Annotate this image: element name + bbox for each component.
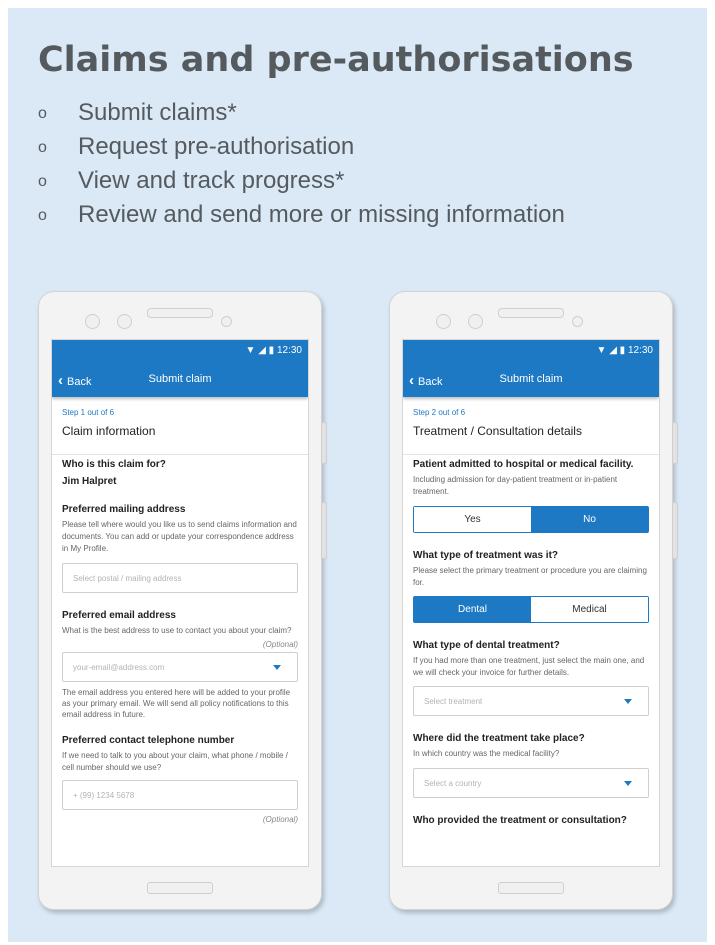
- no-option[interactable]: No: [531, 507, 648, 532]
- phone-mockup-treatment: ▼ ◢ ▮ 12:30 ‹ Back Submit claim Step 2 ou…: [389, 291, 678, 910]
- feature-item: o View and track progress*: [38, 164, 565, 198]
- phone-sensor-icon: [221, 316, 232, 327]
- dental-type-help: If you had more than one treatment, just…: [413, 656, 645, 677]
- phone-placeholder: + (99) 1234 5678: [73, 791, 135, 800]
- admitted-label: Patient admitted to hospital or medical …: [413, 459, 634, 470]
- where-help: In which country was the medical facilit…: [413, 749, 560, 758]
- feature-text: View and track progress*: [78, 167, 345, 194]
- who-value: Jim Halpret: [62, 476, 117, 487]
- admitted-help: Including admission for day-patient trea…: [413, 475, 618, 496]
- feature-text: Submit claims*: [78, 99, 237, 126]
- email-help: What is the best address to use to conta…: [62, 626, 292, 635]
- feature-text: Review and send more or missing informat…: [78, 201, 565, 228]
- app-bar: ‹ Back Submit claim: [403, 364, 659, 397]
- feature-item: o Submit claims*: [38, 96, 565, 130]
- app-screen: ▼ ◢ ▮ 12:30 ‹ Back Submit claim Step 2 ou…: [402, 339, 660, 867]
- feature-text: Request pre-authorisation: [78, 133, 355, 160]
- phone-label: Preferred contact telephone number: [62, 735, 235, 746]
- status-bar: ▼ ◢ ▮ 12:30: [403, 340, 659, 364]
- status-time: 12:30: [276, 345, 302, 356]
- email-optional-label: (Optional): [262, 640, 298, 649]
- bullet-icon: o: [38, 172, 47, 190]
- section-title: Treatment / Consultation details: [413, 424, 582, 438]
- step-indicator: Step 2 out of 6: [413, 408, 466, 417]
- phone-camera-icon: [436, 314, 451, 329]
- bullet-icon: o: [38, 104, 47, 122]
- who-provided-label: Who provided the treatment or consultati…: [413, 815, 627, 826]
- status-icons: ▼ ◢ ▮ 12:30: [245, 345, 302, 356]
- section-title: Claim information: [62, 424, 156, 438]
- dental-type-label: What type of dental treatment?: [413, 640, 560, 651]
- phone-side-button: [321, 502, 327, 559]
- phone-optional-label: (Optional): [262, 815, 298, 824]
- medical-option[interactable]: Medical: [531, 597, 648, 622]
- step-header: Step 2 out of 6 Treatment / Consultation…: [403, 400, 659, 455]
- type-help: Please select the primary treatment or p…: [413, 566, 647, 587]
- phone-sensor-icon: [572, 316, 583, 327]
- feature-item: o Request pre-authorisation: [38, 130, 565, 164]
- form-content: Patient admitted to hospital or medical …: [403, 458, 659, 866]
- mail-help: Please tell where would you like us to s…: [62, 520, 297, 553]
- mailing-address-select[interactable]: Select postal / mailing address: [62, 563, 298, 593]
- app-screen: ▼ ◢ ▮ 12:30 ‹ Back Submit claim Step 1 ou…: [51, 339, 309, 867]
- screen-title: Submit claim: [499, 373, 563, 385]
- mailing-address-placeholder: Select postal / mailing address: [73, 574, 182, 583]
- bullet-icon: o: [38, 206, 47, 224]
- phone-mockup-claim-info: ▼ ◢ ▮ 12:30 ‹ Back Submit claim Step 1 ou…: [38, 291, 327, 910]
- dropdown-arrow-icon: [624, 781, 632, 786]
- page-heading: Claims and pre-authorisations: [38, 40, 634, 80]
- dropdown-arrow-icon: [624, 699, 632, 704]
- dental-option[interactable]: Dental: [414, 597, 531, 622]
- where-label: Where did the treatment take place?: [413, 733, 585, 744]
- step-header: Step 1 out of 6 Claim information: [52, 400, 308, 455]
- dropdown-arrow-icon: [273, 665, 281, 670]
- admitted-toggle: Yes No: [413, 506, 649, 533]
- phone-camera-icon: [117, 314, 132, 329]
- phone-home-button: [147, 882, 213, 894]
- phone-side-button: [672, 422, 678, 464]
- mail-label: Preferred mailing address: [62, 504, 186, 515]
- yes-option[interactable]: Yes: [414, 507, 531, 532]
- phone-camera-icon: [468, 314, 483, 329]
- feature-item: o Review and send more or missing informa…: [38, 198, 565, 232]
- treatment-type-toggle: Dental Medical: [413, 596, 649, 623]
- form-content: Who is this claim for? Jim Halpret Prefe…: [52, 458, 308, 866]
- type-label: What type of treatment was it?: [413, 550, 559, 561]
- phone-speaker: [147, 308, 213, 318]
- email-field[interactable]: your-email@address.com: [62, 652, 298, 682]
- status-time: 12:30: [627, 345, 653, 356]
- country-select[interactable]: Select a country: [413, 768, 649, 798]
- phone-number-field[interactable]: + (99) 1234 5678: [62, 780, 298, 810]
- email-label: Preferred email address: [62, 610, 176, 621]
- status-icons: ▼ ◢ ▮ 12:30: [596, 345, 653, 356]
- treatment-placeholder: Select treatment: [424, 697, 483, 706]
- phone-side-button: [321, 422, 327, 464]
- phone-camera-icon: [85, 314, 100, 329]
- email-note: The email address you entered here will …: [62, 688, 291, 719]
- feature-list: o Submit claims* o Request pre-authorisati…: [38, 96, 565, 232]
- app-bar: ‹ Back Submit claim: [52, 364, 308, 397]
- step-indicator: Step 1 out of 6: [62, 408, 115, 417]
- phone-help: If we need to talk to you about your cla…: [62, 751, 288, 772]
- phone-speaker: [498, 308, 564, 318]
- phone-home-button: [498, 882, 564, 894]
- status-bar: ▼ ◢ ▮ 12:30: [52, 340, 308, 364]
- bullet-icon: o: [38, 138, 47, 156]
- screen-title: Submit claim: [148, 373, 212, 385]
- country-placeholder: Select a country: [424, 779, 482, 788]
- treatment-select[interactable]: Select treatment: [413, 686, 649, 716]
- email-placeholder: your-email@address.com: [73, 663, 165, 672]
- who-label: Who is this claim for?: [62, 459, 166, 470]
- phone-side-button: [672, 502, 678, 559]
